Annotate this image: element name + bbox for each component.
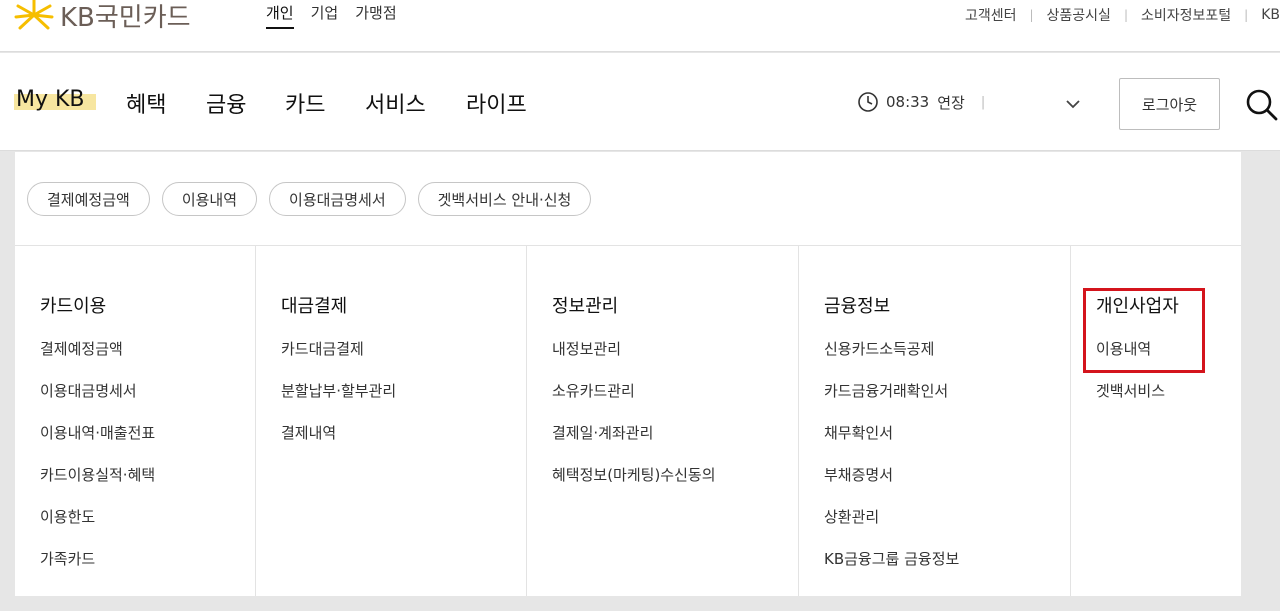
menu-item[interactable]: 이용한도: [40, 508, 155, 550]
divider: |: [1244, 8, 1249, 22]
customer-center-link[interactable]: 고객센터: [965, 5, 1017, 25]
menu-item[interactable]: 분할납부·할부관리: [281, 382, 396, 424]
chip-getback-service[interactable]: 겟백서비스 안내·신청: [417, 182, 592, 216]
search-icon[interactable]: [1244, 87, 1278, 121]
tab-merchant[interactable]: 가맹점: [355, 2, 396, 29]
menu-item[interactable]: 신용카드소득공제: [824, 340, 959, 382]
chevron-down-icon[interactable]: [1064, 95, 1082, 113]
session-timer: 08:33 연장 |: [857, 91, 985, 113]
clock-icon: [858, 92, 878, 112]
menu-item[interactable]: 결제내역: [281, 424, 396, 466]
mykb-mega-menu: 결제예정금액 이용내역 이용대금명세서 겟백서비스 안내·신청 카드이용 결제예…: [15, 152, 1241, 596]
chip-statement[interactable]: 이용대금명세서: [269, 182, 406, 216]
menu-item[interactable]: 소유카드관리: [552, 382, 716, 424]
chip-payment-due[interactable]: 결제예정금액: [27, 182, 150, 216]
menu-column-financial-info: 금융정보 신용카드소득공제 카드금융거래확인서 채무확인서 부채증명서 상환관리…: [798, 246, 1070, 596]
quick-menu-chips: 결제예정금액 이용내역 이용대금명세서 겟백서비스 안내·신청: [27, 182, 603, 216]
menu-item[interactable]: 카드이용실적·혜택: [40, 466, 155, 508]
column-title: 대금결제: [281, 296, 348, 317]
column-title: 카드이용: [40, 296, 107, 317]
divider: |: [980, 94, 986, 110]
session-time: 08:33: [886, 93, 930, 111]
menu-item[interactable]: 카드금융거래확인서: [824, 382, 959, 424]
consumer-portal-link[interactable]: 소비자정보포털: [1141, 5, 1231, 25]
gnb-item-finance[interactable]: 금융: [206, 87, 246, 119]
tab-personal[interactable]: 개인: [266, 2, 294, 29]
menu-item[interactable]: 채무확인서: [824, 424, 959, 466]
menu-item[interactable]: 혜택정보(마케팅)수신동의: [552, 466, 716, 508]
menu-item[interactable]: 결제일·계좌관리: [552, 424, 716, 466]
product-disclosure-link[interactable]: 상품공시실: [1047, 5, 1111, 25]
menu-item[interactable]: 상환관리: [824, 508, 959, 550]
kb-star-icon: [14, 0, 54, 30]
gnb-item-card[interactable]: 카드: [285, 87, 325, 119]
gnb-item-life[interactable]: 라이프: [466, 87, 527, 119]
column-title: 금융정보: [824, 296, 891, 317]
utility-links: 고객센터 | 상품공시실 | 소비자정보포털 | KB: [965, 5, 1280, 25]
divider: |: [1123, 8, 1128, 22]
kb-link[interactable]: KB: [1261, 7, 1280, 23]
menu-item[interactable]: 가족카드: [40, 550, 155, 592]
brand-name: KB국민카드: [60, 2, 191, 33]
gnb-item-benefits[interactable]: 혜택: [126, 87, 166, 119]
menu-item[interactable]: 부채증명서: [824, 466, 959, 508]
menu-item[interactable]: 카드대금결제: [281, 340, 396, 382]
extend-session-button[interactable]: 연장: [937, 92, 965, 113]
tab-business[interactable]: 기업: [311, 2, 339, 29]
segment-tabs: 개인 기업 가맹점: [266, 2, 414, 29]
menu-column-info-management: 정보관리 내정보관리 소유카드관리 결제일·계좌관리 혜택정보(마케팅)수신동의: [526, 246, 798, 596]
menu-item[interactable]: KB금융그룹 금융정보: [824, 550, 959, 592]
gnb-item-service[interactable]: 서비스: [365, 87, 426, 119]
highlight-annotation-box: [1083, 288, 1205, 373]
menu-item[interactable]: 이용대금명세서: [40, 382, 155, 424]
kb-logo[interactable]: KB국민카드: [14, 0, 191, 33]
top-utility-bar: KB국민카드 개인 기업 가맹점 고객센터 | 상품공시실 | 소비자정보포털 …: [0, 0, 1280, 52]
menu-column-payment: 대금결제 카드대금결제 분할납부·할부관리 결제내역: [255, 246, 526, 596]
global-nav: My KB 혜택 금융 카드 서비스 라이프 08:33 연장 | 로그아웃: [0, 53, 1280, 151]
chip-usage-history[interactable]: 이용내역: [161, 182, 258, 216]
menu-item[interactable]: 겟백서비스: [1096, 382, 1165, 424]
menu-column-card-usage: 카드이용 결제예정금액 이용대금명세서 이용내역·매출전표 카드이용실적·혜택 …: [15, 246, 255, 596]
menu-item[interactable]: 이용내역·매출전표: [40, 424, 155, 466]
divider: |: [1029, 8, 1034, 22]
menu-item[interactable]: 결제예정금액: [40, 340, 155, 382]
column-title: 정보관리: [552, 296, 619, 317]
gnb-item-mykb[interactable]: My KB: [16, 87, 85, 112]
menu-item[interactable]: 내정보관리: [552, 340, 716, 382]
logout-button[interactable]: 로그아웃: [1119, 78, 1220, 130]
